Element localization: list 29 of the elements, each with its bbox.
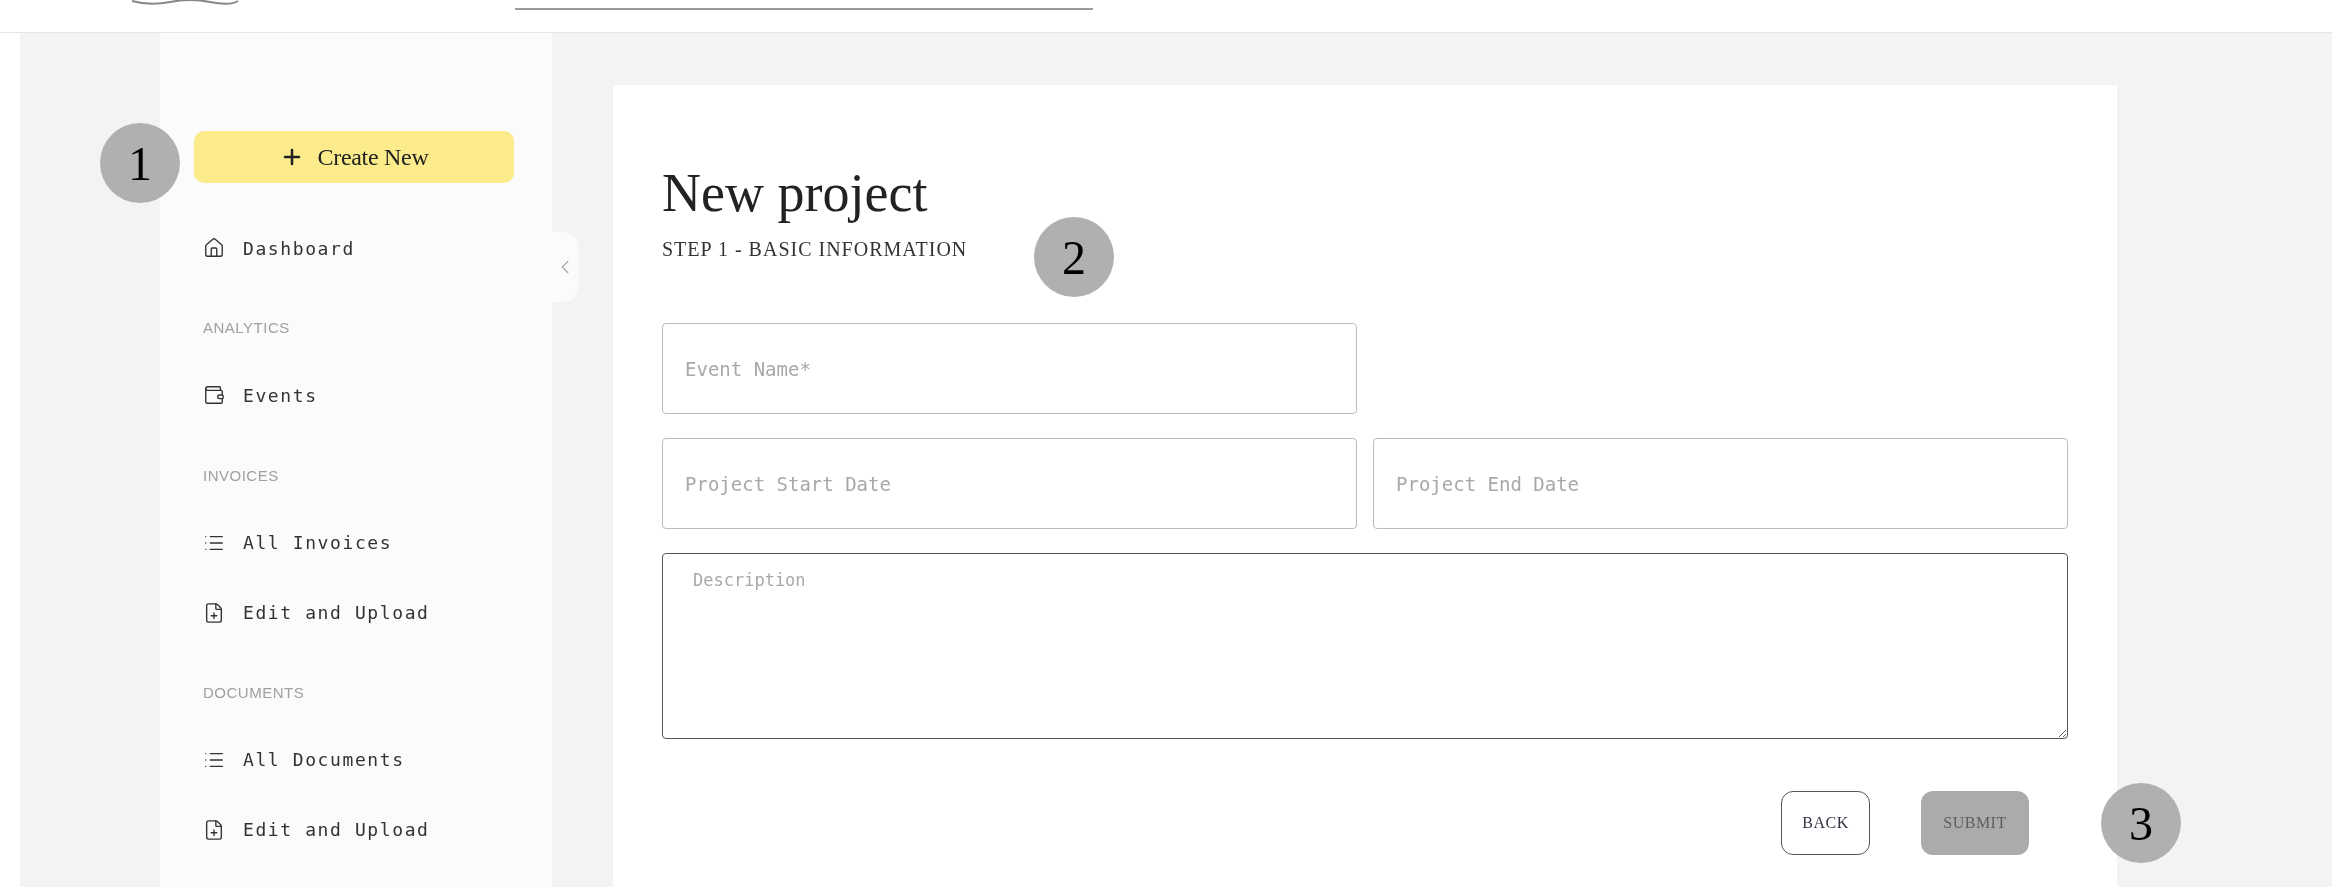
sidebar-item[interactable]: All Documents: [194, 746, 405, 773]
home-icon: [203, 237, 225, 260]
sidebar-item[interactable]: All Invoices: [194, 529, 393, 556]
sidebar-item-label: Events: [243, 384, 318, 406]
sidebar-item-label: Edit and Upload: [243, 602, 430, 624]
button[interactable]: BACK: [1781, 791, 1870, 855]
sidebar-item[interactable]: Edit and Upload: [194, 599, 430, 626]
input-field[interactable]: Project Start Date: [662, 438, 1357, 529]
page-title: New project: [662, 162, 928, 224]
file-plus-icon: [203, 601, 225, 624]
sidebar-item-label: Edit and Upload: [243, 819, 430, 841]
sidebar-item-label: All Documents: [243, 749, 405, 771]
sidebar-item[interactable]: Events: [194, 382, 318, 409]
section-heading: INVOICES: [203, 466, 279, 484]
sidebar-item[interactable]: Edit and Upload: [194, 816, 430, 843]
input-field[interactable]: Project End Date: [1373, 438, 2068, 529]
sidebar-item[interactable]: Dashboard: [194, 235, 355, 262]
description-field[interactable]: Description: [662, 553, 2068, 739]
search-underline[interactable]: [515, 8, 1093, 10]
create-new-button[interactable]: Create New: [194, 131, 514, 184]
step-label: STEP 1 - BASIC INFORMATION: [662, 238, 968, 261]
collapse-toggle[interactable]: [552, 232, 578, 302]
wallet-icon: [203, 384, 225, 407]
section-heading: ANALYTICS: [203, 319, 290, 337]
sidebar-item-label: Dashboard: [243, 237, 355, 259]
section-heading: DOCUMENTS: [203, 683, 305, 701]
file-plus-icon: [203, 818, 225, 841]
sidebar-item-label: All Invoices: [243, 532, 393, 554]
input-field[interactable]: Event Name*: [662, 323, 1357, 414]
